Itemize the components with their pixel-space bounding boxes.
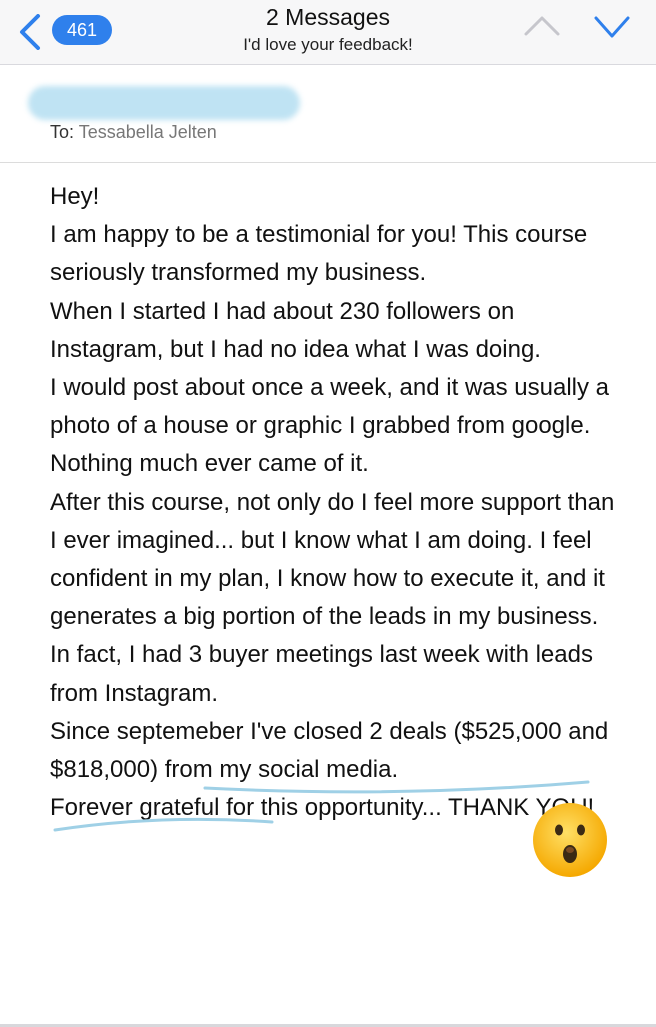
astonished-face-icon xyxy=(533,803,607,877)
